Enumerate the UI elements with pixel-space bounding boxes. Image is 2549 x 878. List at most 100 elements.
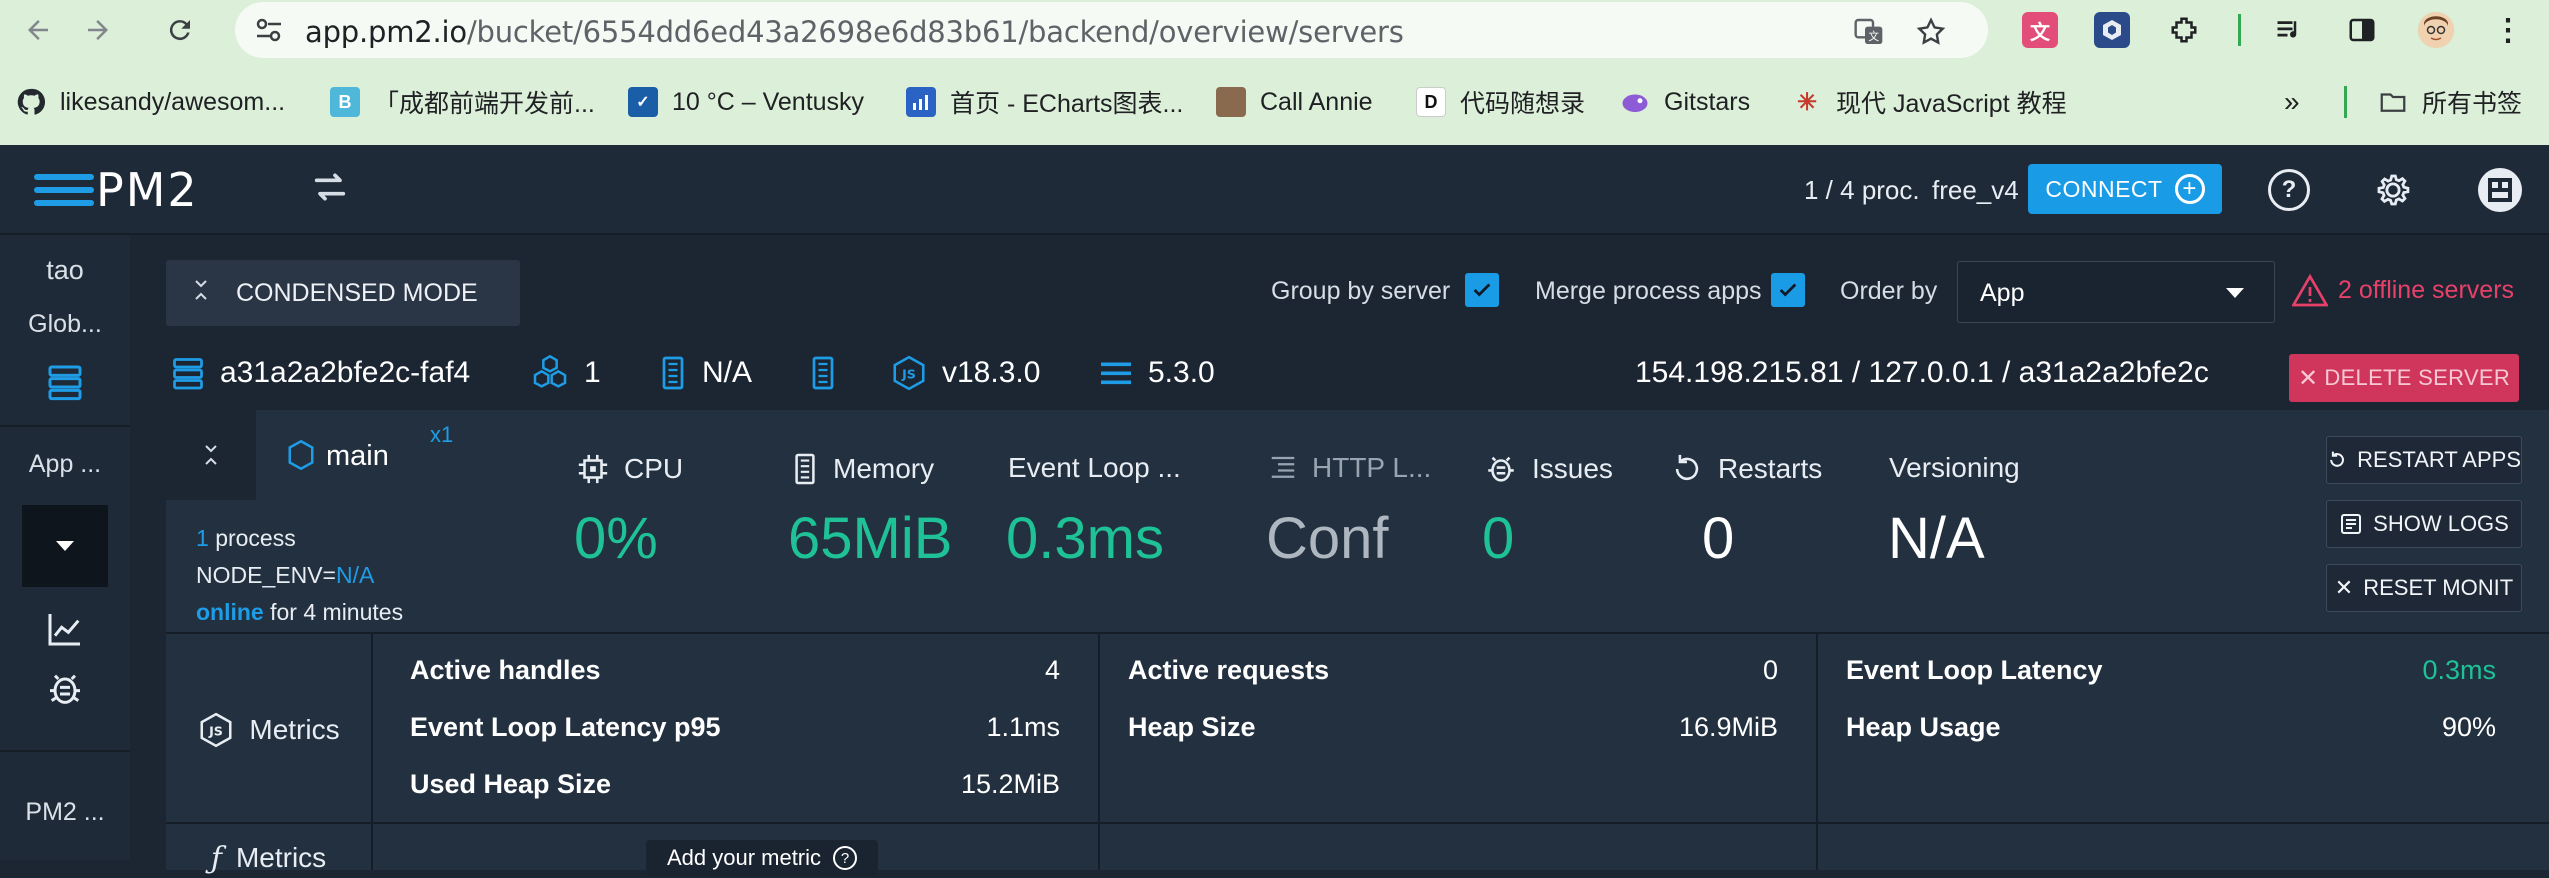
toolbar-divider [2238,14,2241,46]
metrics-label: Metrics [249,714,340,745]
bookmark-item[interactable]: Gitstars [1620,84,1750,120]
url-text: app.pm2.io/bucket/6554dd6ed43a2698e6d83b… [305,15,1404,49]
server-addresses: 154.198.215.81 / 127.0.0.1 / a31a2a2bfe2… [1635,356,2209,389]
metric-event-loop-header: Event Loop ... [1008,452,1181,484]
site-settings-icon[interactable] [253,16,285,44]
column-divider [1816,634,1818,870]
restart-apps-button[interactable]: RESTART APPS [2326,436,2522,484]
merge-process-apps-checkbox[interactable] [1771,273,1805,307]
delete-server-label: DELETE SERVER [2324,365,2511,390]
b-icon: B [330,87,360,117]
metric-http-value[interactable]: Conf [1266,505,1389,572]
reset-monit-button[interactable]: ✕ RESET MONIT [2326,564,2522,612]
help-icon[interactable]: ? [2268,169,2310,211]
extensions-puzzle-icon[interactable] [2166,12,2202,48]
d-icon: D [1416,87,1446,117]
bookmark-item[interactable]: likesandy/awesom... [16,84,285,120]
app-instance-multiplier: x1 [430,422,454,447]
host-text: N/A [702,356,753,389]
memory-chip-icon [658,355,688,391]
media-control-icon[interactable] [2272,12,2308,48]
app-tab-main[interactable]: main x1 [256,410,466,500]
browser-toolbar: app.pm2.io/bucket/6554dd6ed43a2698e6d83b… [0,0,2549,60]
bookmark-item[interactable]: 首页 - ECharts图表... [906,84,1183,120]
cpu-chip-icon [578,454,608,484]
bookmark-label: 代码随想录 [1460,90,1586,118]
bookmark-star-icon[interactable] [1915,16,1947,48]
delete-server-button[interactable]: ✕ DELETE SERVER [2289,354,2519,402]
metric-row-key: Used Heap Size [410,768,612,799]
svg-text:JS: JS [208,724,223,739]
offline-servers-link[interactable]: 2 offline servers [2292,273,2514,307]
side-panel-icon[interactable] [2344,12,2380,48]
metric-row-key: Event Loop Latency p95 [410,711,721,742]
gitstars-icon [1620,87,1650,117]
show-logs-button[interactable]: SHOW LOGS [2326,500,2522,548]
sidebar-item-app[interactable]: App ... [0,450,130,479]
metric-label: CPU [624,453,684,484]
app-dropdown-button[interactable] [22,505,108,587]
bookmark-item[interactable]: ✳ 现代 JavaScript 教程 [1792,84,2067,120]
metric-row: Active requests 0 [1128,650,1778,690]
browser-chrome: app.pm2.io/bucket/6554dd6ed43a2698e6d83b… [0,0,2549,145]
server-memory [808,353,852,393]
bug-icon[interactable] [40,667,90,711]
function-icon: ƒ [210,840,222,876]
server-node-version: JS v18.3.0 [890,353,1040,393]
arrow-left-icon [28,20,48,40]
metric-event-loop-value: 0.3ms [1006,506,1164,571]
collapse-app-button[interactable] [166,410,256,500]
sidebar-item-global[interactable]: Glob... [0,310,130,339]
help-circle-icon: ? [833,846,858,870]
metric-row-value: 1.1ms [986,711,1060,742]
bookmark-item[interactable]: ✓ 10 °C – Ventusky [628,84,864,120]
server-stack-icon[interactable] [40,360,90,404]
order-by-select[interactable]: App [1957,261,2275,323]
column-divider [371,634,373,870]
extension-cube-icon[interactable] [2094,12,2130,48]
ventusky-icon: ✓ [628,87,658,117]
translate-icon[interactable]: 文 [1853,16,1885,48]
chart-line-icon[interactable] [40,607,90,651]
node-env-value: N/A [335,562,375,588]
sidebar-user[interactable]: tao [0,255,130,286]
all-bookmarks-folder[interactable]: 所有书签 [2378,84,2522,120]
connect-button[interactable]: CONNECT + [2028,164,2222,214]
reload-button[interactable] [160,10,200,50]
metric-row: Heap Size 16.9MiB [1128,707,1778,747]
metric-issues-value: 0 [1482,506,1515,571]
add-metric-button[interactable]: Add your metric ? [646,840,878,876]
metric-row-value: 0 [1762,654,1778,685]
user-avatar-icon[interactable] [2476,166,2524,214]
close-icon: ✕ [2297,364,2319,392]
forward-button[interactable] [78,10,118,50]
metric-cpu-header: CPU [576,452,683,486]
metrics-section-label: JS Metrics [166,710,371,750]
checkmark-icon [1473,283,1491,297]
condensed-mode-button[interactable]: CONDENSED MODE [166,260,520,326]
metric-versioning-header: Versioning [1889,452,2020,484]
metric-memory-value: 65MiB [788,506,953,571]
metric-restarts-value: 0 [1702,506,1735,571]
bookmark-item[interactable]: Call Annie [1216,84,1373,120]
bookmarks-overflow-button[interactable]: » [2284,84,2300,120]
sidebar-item-pm2[interactable]: PM2 ... [0,798,130,827]
group-by-server-checkbox[interactable] [1465,273,1499,307]
profile-avatar-icon[interactable] [2418,12,2454,48]
bug-icon [1488,456,1514,482]
back-button[interactable] [18,10,58,50]
gear-icon[interactable] [2372,169,2414,211]
metric-row-value: 0.3ms [2422,654,2496,685]
bookmark-label: 首页 - ECharts图表... [950,90,1184,118]
bookmark-item[interactable]: D 代码随想录 [1416,84,1585,120]
extension-translate-icon[interactable]: 文 [2022,12,2058,48]
bookmark-item[interactable]: B 「成都前端开发前... [330,84,595,120]
address-bar[interactable]: app.pm2.io/bucket/6554dd6ed43a2698e6d83b… [235,2,1988,58]
browser-menu-icon[interactable]: ⋮ [2490,12,2526,48]
pm2-logo[interactable]: PM2 [34,163,199,217]
metrics-divider [166,632,2549,634]
switch-bucket-icon[interactable] [310,167,350,217]
custom-metrics-text: Metrics [235,842,327,873]
server-instances: 1 [530,353,601,393]
logs-icon [2341,514,2362,534]
